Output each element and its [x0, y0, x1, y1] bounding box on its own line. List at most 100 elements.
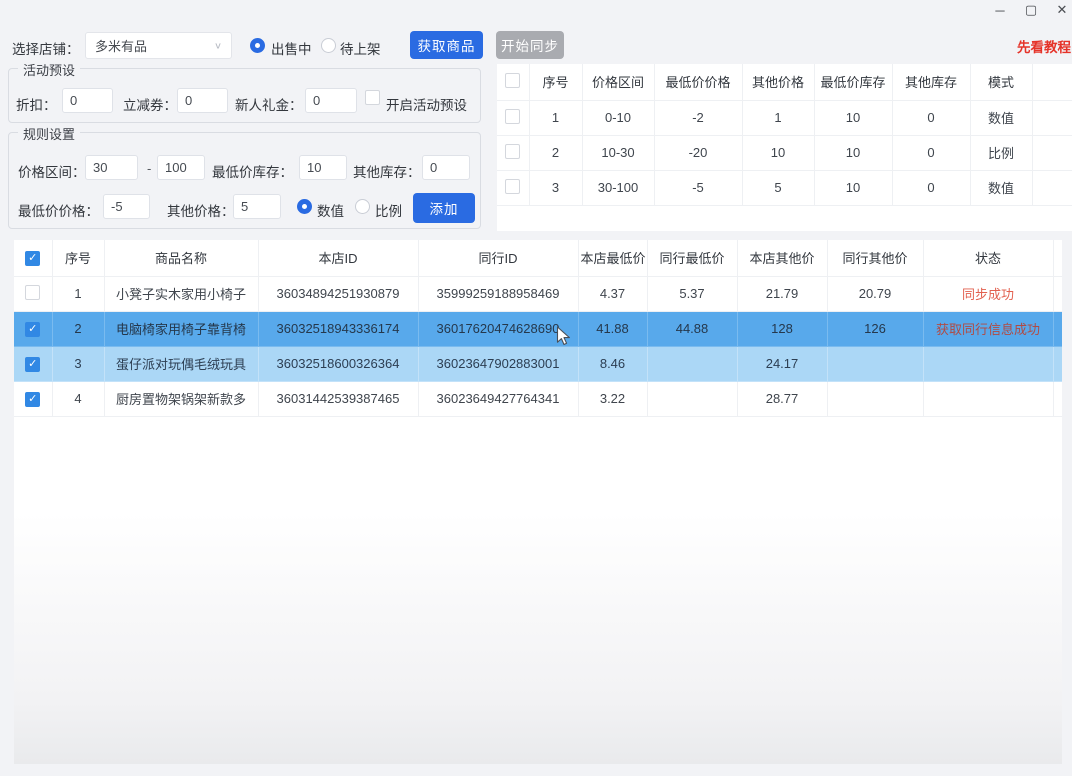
product-row-checkbox[interactable]: [25, 392, 40, 407]
product-cell-shop_low: 4.37: [578, 276, 647, 311]
other-stock-input[interactable]: [422, 155, 470, 180]
rule-row-checkbox[interactable]: [505, 179, 520, 194]
product-row-checkbox[interactable]: [25, 322, 40, 337]
product-row[interactable]: 4厨房置物架锅架新款多36031442539387465360236494277…: [14, 381, 1062, 416]
close-icon[interactable]: ✕: [1054, 2, 1070, 18]
rule-row-checkbox-cell: [497, 170, 529, 205]
product-cell-no: 3: [52, 346, 104, 381]
other-price-input[interactable]: [233, 194, 281, 219]
product-row-checkbox[interactable]: [25, 285, 40, 300]
product-cell-name: 蛋仔派对玩偶毛绒玩具: [104, 346, 258, 381]
rule-cell-lowest_stock: 10: [814, 100, 892, 135]
other-price-label: 其他价格：: [167, 200, 235, 220]
product-row-checkbox[interactable]: [25, 357, 40, 372]
rule-cell-range: 0-10: [582, 100, 654, 135]
radio-mode-ratio-label[interactable]: 比例: [375, 200, 402, 220]
rule-cell-lowest: -5: [654, 170, 742, 205]
rules-header-checkbox-cell: [497, 64, 529, 100]
lowest-price-input[interactable]: [103, 194, 150, 219]
rule-row[interactable]: 210-30-2010100比例: [497, 135, 1072, 170]
product-cell-peer_id: 36017620474628690: [418, 311, 578, 346]
radio-pending-label[interactable]: 待上架: [340, 38, 381, 58]
product-cell-status: 同步成功: [923, 276, 1053, 311]
rule-settings-title: 规则设置: [18, 124, 80, 143]
product-cell-peer_other: [827, 346, 923, 381]
product-cell-shop_low: 8.46: [578, 346, 647, 381]
rule-cell-other_stock: 0: [892, 170, 970, 205]
rule-row-checkbox[interactable]: [505, 109, 520, 124]
rules-header-checkbox[interactable]: [505, 73, 520, 88]
product-row-checkbox-cell: [14, 381, 52, 416]
product-cell-peer_low: 44.88: [647, 311, 737, 346]
rules-table-header-row: 序号 价格区间 最低价价格 其他价格 最低价库存 其他库存 模式: [497, 64, 1072, 100]
radio-mode-value-label[interactable]: 数值: [317, 200, 344, 220]
rules-col-mode: 模式: [970, 64, 1032, 100]
product-cell-shop_other: 21.79: [737, 276, 827, 311]
product-cell-peer_low: 5.37: [647, 276, 737, 311]
product-row[interactable]: 3蛋仔派对玩偶毛绒玩具36032518600326364360236479028…: [14, 346, 1062, 381]
rules-col-other-stock: 其他库存: [892, 64, 970, 100]
other-stock-label: 其他库存：: [353, 161, 421, 181]
product-cell-shop_other: 24.17: [737, 346, 827, 381]
activity-preset-title: 活动预设: [18, 60, 80, 79]
shop-select[interactable]: 多米有品 ∨: [85, 32, 232, 59]
products-col-status: 状态: [923, 240, 1053, 276]
products-col-no: 序号: [52, 240, 104, 276]
rule-cell-mode: 比例: [970, 135, 1032, 170]
app-window: ─ ▢ ✕ 选择店铺： 多米有品 ∨ 出售中 待上架 获取商品 开始同步 先看教…: [0, 0, 1072, 776]
product-row-checkbox-cell: [14, 276, 52, 311]
rule-cell-filler: [1032, 170, 1072, 205]
radio-pending[interactable]: [321, 38, 336, 53]
rules-table: 序号 价格区间 最低价价格 其他价格 最低价库存 其他库存 模式 10-10-2…: [497, 64, 1072, 231]
maximize-icon[interactable]: ▢: [1023, 2, 1039, 18]
price-max-input[interactable]: [157, 155, 205, 180]
rule-cell-lowest_stock: 10: [814, 135, 892, 170]
rule-cell-other_stock: 0: [892, 135, 970, 170]
rules-col-other-price: 其他价格: [742, 64, 814, 100]
price-min-input[interactable]: [85, 155, 138, 180]
rules-col-range: 价格区间: [582, 64, 654, 100]
products-col-filler: [1053, 240, 1062, 276]
radio-onsale-label[interactable]: 出售中: [271, 38, 312, 58]
discount-input[interactable]: [62, 88, 113, 113]
product-cell-name: 厨房置物架锅架新款多: [104, 381, 258, 416]
minimize-icon[interactable]: ─: [992, 2, 1008, 18]
products-table-header-row: 序号 商品名称 本店ID 同行ID 本店最低价 同行最低价 本店其他价 同行其他…: [14, 240, 1062, 276]
rules-col-lowest-price: 最低价价格: [654, 64, 742, 100]
products-header-checkbox[interactable]: [25, 251, 40, 266]
rule-cell-range: 30-100: [582, 170, 654, 205]
product-cell-peer_id: 36023649427764341: [418, 381, 578, 416]
product-row[interactable]: 1小凳子实木家用小椅子36034894251930879359992591889…: [14, 276, 1062, 311]
product-cell-no: 1: [52, 276, 104, 311]
rule-row[interactable]: 10-10-21100数值: [497, 100, 1072, 135]
product-cell-peer_other: 126: [827, 311, 923, 346]
activity-preset-checkbox-label[interactable]: 开启活动预设: [386, 94, 467, 114]
add-rule-button[interactable]: 添加: [413, 193, 475, 223]
price-range-dash: -: [147, 161, 151, 176]
activity-preset-checkbox[interactable]: [365, 90, 380, 105]
product-cell-filler: [1053, 276, 1062, 311]
rule-row-checkbox-cell: [497, 100, 529, 135]
rule-row[interactable]: 330-100-55100数值: [497, 170, 1072, 205]
rules-col-lowest-stock: 最低价库存: [814, 64, 892, 100]
fetch-products-button[interactable]: 获取商品: [410, 31, 483, 59]
product-row-checkbox-cell: [14, 311, 52, 346]
start-sync-button[interactable]: 开始同步: [496, 31, 564, 59]
gift-input[interactable]: [305, 88, 357, 113]
coupon-input[interactable]: [177, 88, 228, 113]
radio-mode-value[interactable]: [297, 199, 312, 214]
rule-row-checkbox[interactable]: [505, 144, 520, 159]
radio-onsale[interactable]: [250, 38, 265, 53]
tutorial-link[interactable]: 先看教程: [1017, 36, 1071, 56]
rule-cell-other: 5: [742, 170, 814, 205]
product-cell-name: 电脑椅家用椅子靠背椅: [104, 311, 258, 346]
products-col-shop-low: 本店最低价: [578, 240, 647, 276]
lowest-stock-input[interactable]: [299, 155, 347, 180]
product-cell-peer_id: 36023647902883001: [418, 346, 578, 381]
product-row[interactable]: 2电脑椅家用椅子靠背椅36032518943336174360176204746…: [14, 311, 1062, 346]
rule-cell-no: 3: [529, 170, 582, 205]
discount-label: 折扣：: [16, 94, 57, 114]
products-col-peer-id: 同行ID: [418, 240, 578, 276]
radio-mode-ratio[interactable]: [355, 199, 370, 214]
rules-col-filler: [1032, 64, 1072, 100]
